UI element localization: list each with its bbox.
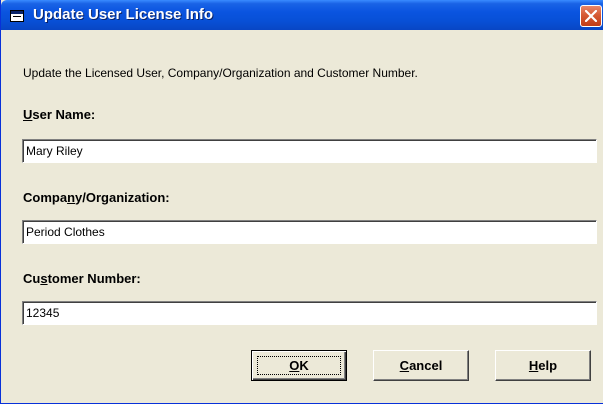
ok-button[interactable]: OK — [251, 350, 347, 381]
customer-number-label: Customer Number: — [23, 271, 141, 286]
cancel-button-label: Cancel — [399, 358, 443, 373]
title-bar[interactable]: Update User License Info — [1, 0, 603, 30]
company-label: Company/Organization: — [23, 190, 170, 205]
help-button-label: Help — [528, 358, 558, 373]
instructions-text: Update the Licensed User, Company/Organi… — [23, 66, 418, 80]
user-name-label: User Name: — [23, 107, 96, 122]
close-button[interactable] — [580, 5, 602, 27]
close-icon — [585, 10, 597, 22]
user-name-field[interactable] — [22, 139, 597, 163]
window-title: Update User License Info — [33, 6, 214, 23]
dialog-window: Update User License Info Update the Lice… — [0, 0, 603, 404]
cancel-button[interactable]: Cancel — [373, 350, 469, 381]
help-button[interactable]: Help — [495, 350, 591, 381]
window-icon — [10, 9, 24, 22]
ok-button-label: OK — [289, 358, 309, 373]
customer-number-field[interactable] — [22, 301, 597, 325]
company-field[interactable] — [22, 220, 597, 244]
